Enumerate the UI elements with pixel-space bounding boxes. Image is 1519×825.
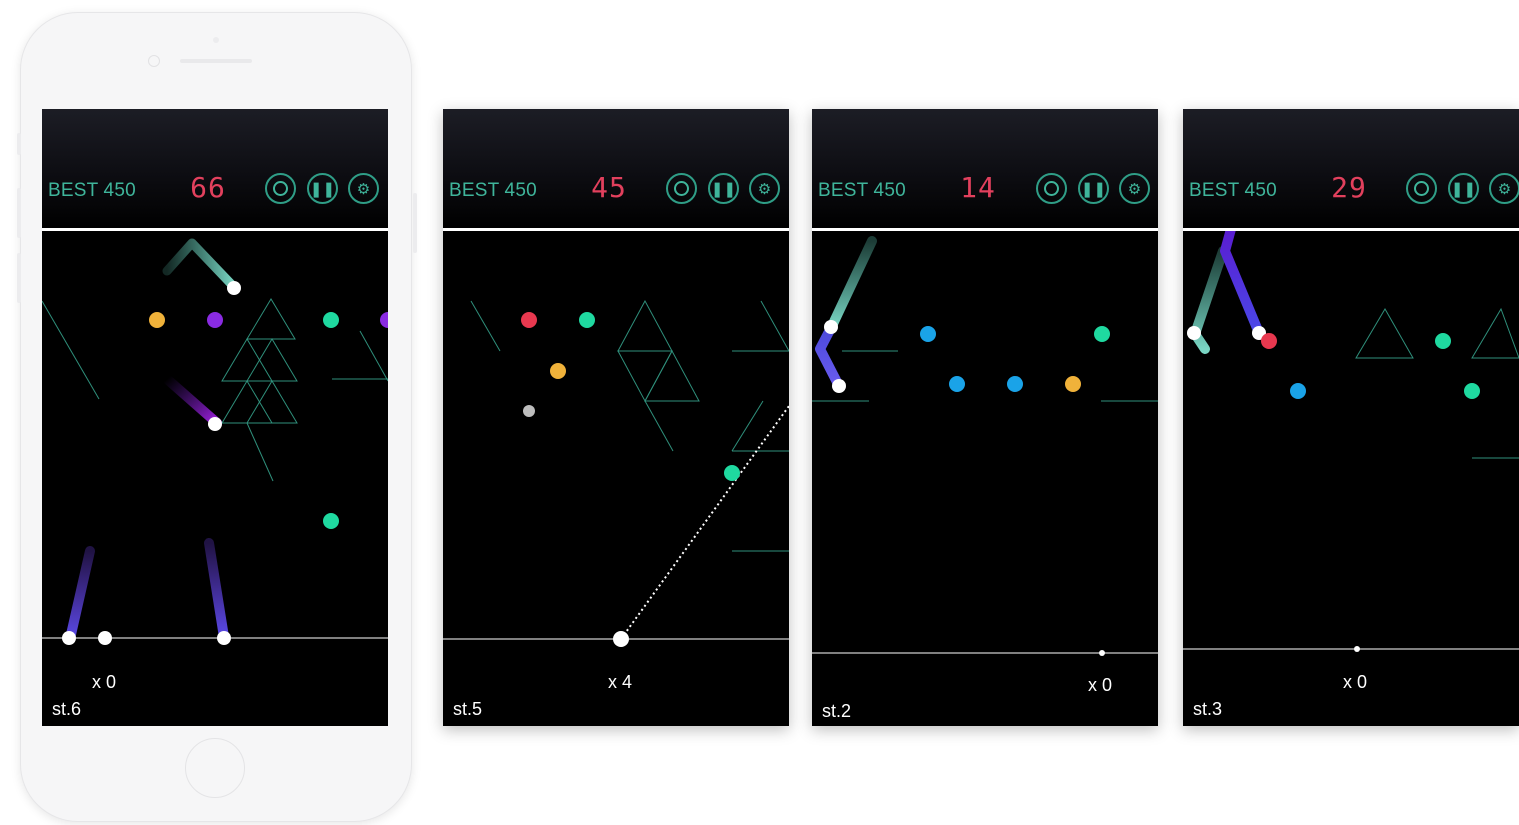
hud-bar: BEST 450 29 ❚❚ ⚙ <box>1183 109 1519 228</box>
ball <box>208 417 222 431</box>
best-score: BEST 450 <box>48 180 136 201</box>
settings-icon: ⚙ <box>757 180 772 198</box>
obstacle-lines <box>812 350 1158 402</box>
stage-label: st.3 <box>1193 699 1223 719</box>
ball-trail <box>162 238 239 292</box>
ball-trail <box>1220 231 1264 338</box>
green-orb <box>323 513 339 529</box>
volume-up-button <box>17 188 21 238</box>
target-button[interactable] <box>1036 173 1067 204</box>
pause-button[interactable]: ❚❚ <box>307 173 338 204</box>
yellow-orb <box>149 312 165 328</box>
target-button[interactable] <box>1406 173 1437 204</box>
settings-button[interactable]: ⚙ <box>749 173 780 204</box>
phone-camera <box>148 55 160 67</box>
blue-orb <box>949 376 965 392</box>
phone-speaker <box>180 59 252 63</box>
phone-sensor <box>213 37 219 43</box>
play-field[interactable] <box>443 231 789 726</box>
ball <box>824 320 838 334</box>
hud-bar: BEST 450 45 ❚❚ ⚙ <box>443 109 789 228</box>
ball-trail <box>162 374 222 428</box>
target-icon <box>674 181 689 196</box>
yellow-orb <box>550 363 566 379</box>
settings-icon: ⚙ <box>356 180 371 198</box>
green-orb <box>579 312 595 328</box>
settings-icon: ⚙ <box>1127 180 1142 198</box>
multiplier: x 4 <box>608 672 633 692</box>
obstacle-lines <box>470 299 789 552</box>
power-button <box>413 193 417 253</box>
green-orb <box>1094 326 1110 342</box>
multiplier: x 0 <box>92 672 117 692</box>
target-icon <box>273 181 288 196</box>
aim-line <box>620 405 789 640</box>
target-icon <box>1044 181 1059 196</box>
current-score: 45 <box>591 171 627 204</box>
game-screen-1: BEST 450 66 ❚❚ ⚙ x 0 st.6 <box>42 109 388 726</box>
pause-button[interactable]: ❚❚ <box>1448 173 1479 204</box>
ball-trail <box>65 546 95 644</box>
pause-icon: ❚❚ <box>309 180 336 198</box>
red-orb <box>1261 333 1277 349</box>
home-button[interactable] <box>185 738 245 798</box>
green-orb <box>1435 333 1451 349</box>
mute-switch <box>17 133 21 155</box>
stage-label: st.5 <box>453 699 483 719</box>
target-icon <box>1414 181 1429 196</box>
green-orb <box>323 312 339 328</box>
best-score: BEST 450 <box>1189 180 1277 201</box>
red-orb <box>521 312 537 328</box>
blue-orb <box>920 326 936 342</box>
play-field[interactable] <box>1183 231 1519 726</box>
settings-icon: ⚙ <box>1497 180 1512 198</box>
pause-button[interactable]: ❚❚ <box>1078 173 1109 204</box>
game-screen-3: BEST 450 14 ❚❚ ⚙ x 0 st.2 <box>812 109 1158 726</box>
settings-button[interactable]: ⚙ <box>348 173 379 204</box>
pause-button[interactable]: ❚❚ <box>708 173 739 204</box>
obstacle-lines <box>1355 307 1519 459</box>
play-field[interactable] <box>42 231 388 726</box>
green-orb <box>724 465 740 481</box>
multiplier: x 0 <box>1088 675 1113 695</box>
settings-button[interactable]: ⚙ <box>1489 173 1519 204</box>
current-score: 29 <box>1331 171 1367 204</box>
pause-icon: ❚❚ <box>710 180 737 198</box>
stage-label: st.2 <box>822 701 852 721</box>
settings-button[interactable]: ⚙ <box>1119 173 1150 204</box>
best-score: BEST 450 <box>449 180 537 201</box>
current-score: 66 <box>190 171 226 204</box>
hud-bar: BEST 450 14 ❚❚ ⚙ <box>812 109 1158 228</box>
green-orb <box>1464 383 1480 399</box>
current-score: 14 <box>960 171 996 204</box>
target-button[interactable] <box>265 173 296 204</box>
best-score: BEST 450 <box>818 180 906 201</box>
game-screen-2: BEST 450 45 ❚❚ ⚙ x 4 st.5 <box>443 109 789 726</box>
purple-orb <box>380 312 388 328</box>
yellow-orb <box>1065 376 1081 392</box>
blue-orb <box>1007 376 1023 392</box>
ball-trail <box>815 321 844 391</box>
ball <box>1187 326 1201 340</box>
target-button[interactable] <box>666 173 697 204</box>
pause-icon: ❚❚ <box>1450 180 1477 198</box>
purple-orb <box>207 312 223 328</box>
grey-orb <box>523 405 535 417</box>
ball <box>832 379 846 393</box>
ball-trail <box>204 538 229 642</box>
pause-icon: ❚❚ <box>1080 180 1107 198</box>
play-field[interactable] <box>812 231 1158 726</box>
volume-down-button <box>17 253 21 303</box>
ball <box>227 281 241 295</box>
ball-trail <box>827 236 877 331</box>
multiplier: x 0 <box>1343 672 1368 692</box>
hud-bar: BEST 450 66 ❚❚ ⚙ <box>42 109 388 228</box>
game-screen-4: BEST 450 29 ❚❚ ⚙ x 0 st.3 <box>1183 109 1519 726</box>
blue-orb <box>1290 383 1306 399</box>
stage-label: st.6 <box>52 699 82 719</box>
